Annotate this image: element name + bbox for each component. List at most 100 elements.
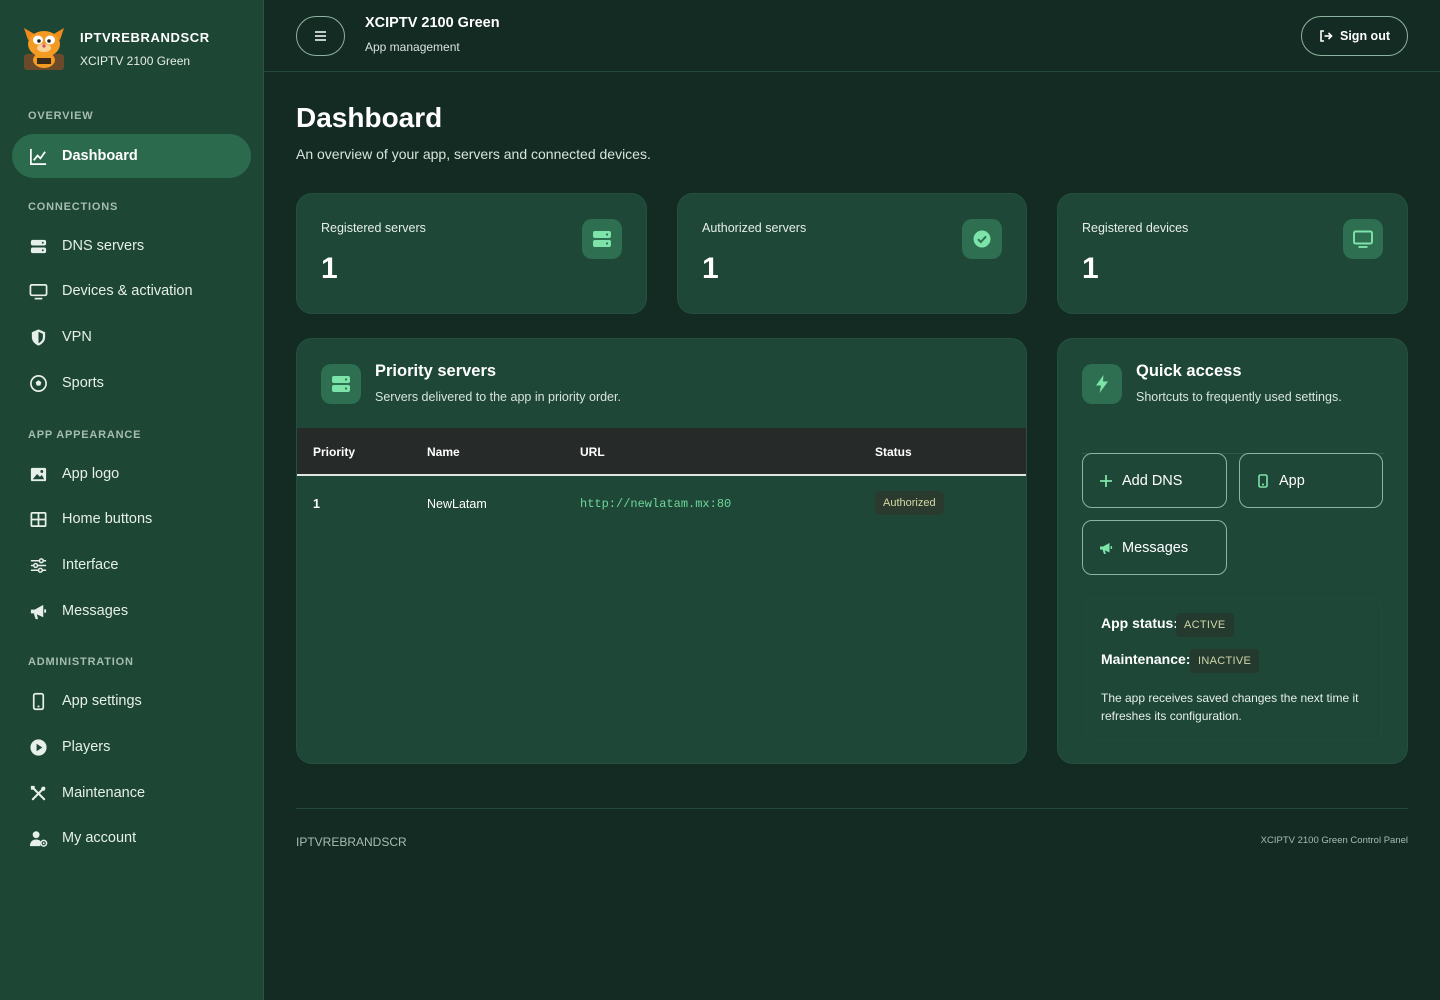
- shield-icon: [28, 327, 48, 347]
- panel-title: Quick access: [1136, 362, 1242, 380]
- sidebar-item-sports[interactable]: Sports: [12, 361, 251, 405]
- play-circle-icon: [28, 737, 48, 757]
- panel-title: Priority servers: [375, 362, 497, 380]
- add-dns-label: Add DNS: [1122, 472, 1183, 489]
- column-header-priority: Priority: [313, 445, 356, 459]
- megaphone-icon: [1100, 542, 1113, 554]
- sidebar-item-label: My account: [62, 830, 137, 846]
- status-note: The app receives saved changes the next …: [1101, 691, 1359, 723]
- grid-icon: [28, 509, 48, 529]
- sidebar-item-players[interactable]: Players: [12, 725, 251, 769]
- add-dns-button[interactable]: Add DNS: [1082, 453, 1227, 508]
- sidebar-item-label: DNS servers: [62, 238, 145, 254]
- panel-subtitle: Servers delivered to the app in priority…: [375, 390, 621, 404]
- server-icon: [321, 364, 361, 404]
- stat-label: Registered devices: [1082, 221, 1189, 235]
- image-icon: [28, 464, 48, 484]
- sidebar-item-maintenance[interactable]: Maintenance: [12, 771, 251, 815]
- priority-servers-table: Priority Name URL Status 1 NewLatam http…: [297, 428, 1026, 532]
- sign-out-button[interactable]: Sign out: [1301, 16, 1408, 56]
- stat-value: 1: [702, 252, 719, 285]
- sidebar-item-label: App logo: [62, 466, 120, 482]
- cell-priority: 1: [313, 497, 320, 511]
- brand-logo-icon: [24, 28, 64, 70]
- sign-out-icon: [1320, 30, 1333, 42]
- menu-toggle-button[interactable]: [296, 16, 345, 56]
- sidebar-item-label: Dashboard: [62, 148, 138, 164]
- chart-line-icon: [28, 146, 48, 166]
- server-icon: [582, 219, 622, 259]
- nav-section-connections: CONNECTIONS: [28, 201, 119, 213]
- monitor-icon: [28, 281, 48, 301]
- footer-brand: IPTVREBRANDSCR: [296, 835, 407, 849]
- tools-icon: [28, 783, 48, 803]
- priority-servers-panel: Priority servers Servers delivered to th…: [296, 338, 1027, 764]
- sidebar-item-my-account[interactable]: My account: [12, 816, 251, 860]
- stat-label: Authorized servers: [702, 221, 807, 235]
- topbar: XCIPTV 2100 Green App management Sign ou…: [264, 0, 1440, 72]
- nav-section-app-appearance: APP APPEARANCE: [28, 429, 142, 441]
- sidebar-item-devices-activation[interactable]: Devices & activation: [12, 269, 251, 313]
- sidebar-item-messages[interactable]: Messages: [12, 589, 251, 633]
- sidebar-item-label: Interface: [62, 557, 119, 573]
- messages-button[interactable]: Messages: [1082, 520, 1227, 575]
- cell-url: http://newlatam.mx:80: [580, 497, 732, 511]
- maintenance-label: Maintenance:: [1101, 651, 1191, 667]
- phone-icon: [1258, 473, 1268, 488]
- sidebar-item-dns-servers[interactable]: DNS servers: [12, 224, 251, 268]
- sidebar-item-label: Sports: [62, 375, 104, 391]
- table-header: Priority Name URL Status: [297, 428, 1026, 476]
- sidebar-item-label: App settings: [62, 693, 142, 709]
- footer-divider: [296, 808, 1408, 809]
- app-label: App: [1279, 472, 1305, 489]
- app-status-label: App status:: [1101, 615, 1178, 631]
- soccer-ball-icon: [28, 373, 48, 393]
- stat-card-authorized-servers: Authorized servers 1: [677, 193, 1027, 314]
- quick-access-panel: Quick access Shortcuts to frequently use…: [1057, 338, 1408, 764]
- messages-label: Messages: [1122, 539, 1189, 556]
- app-title: XCIPTV 2100 Green: [365, 15, 500, 31]
- sidebar-item-label: Devices & activation: [62, 283, 193, 299]
- server-icon: [28, 236, 48, 256]
- panel-subtitle: Shortcuts to frequently used settings.: [1136, 390, 1342, 404]
- hamburger-icon: [315, 31, 326, 41]
- sidebar-item-app-logo[interactable]: App logo: [12, 452, 251, 496]
- stat-value: 1: [1082, 252, 1099, 285]
- brand-name: IPTVREBRANDSCR: [80, 30, 210, 45]
- sidebar-item-home-buttons[interactable]: Home buttons: [12, 497, 251, 541]
- stat-card-registered-devices: Registered devices 1: [1057, 193, 1408, 314]
- megaphone-icon: [28, 601, 48, 621]
- column-header-status: Status: [875, 445, 912, 459]
- column-header-url: URL: [580, 445, 605, 459]
- app-status-box: App status: ACTIVE Maintenance: INACTIVE…: [1086, 598, 1382, 740]
- sign-out-label: Sign out: [1340, 29, 1390, 43]
- sidebar-item-app-settings[interactable]: App settings: [12, 679, 251, 723]
- check-circle-icon: [962, 219, 1002, 259]
- status-badge: Authorized: [875, 491, 944, 515]
- sidebar-item-label: Messages: [62, 603, 129, 619]
- sidebar-item-label: Maintenance: [62, 785, 146, 801]
- sliders-icon: [28, 555, 48, 575]
- sidebar-item-label: Players: [62, 739, 111, 755]
- page-title: Dashboard: [296, 102, 443, 133]
- sidebar-item-interface[interactable]: Interface: [12, 543, 251, 587]
- brand-subtitle: XCIPTV 2100 Green: [80, 54, 191, 68]
- app-status-badge: ACTIVE: [1176, 613, 1234, 637]
- cell-name: NewLatam: [427, 497, 487, 511]
- user-gear-icon: [28, 828, 48, 848]
- table-row[interactable]: 1 NewLatam http://newlatam.mx:80 Authori…: [297, 476, 1026, 532]
- stat-value: 1: [321, 252, 338, 285]
- phone-icon: [28, 691, 48, 711]
- stat-label: Registered servers: [321, 221, 426, 235]
- nav-section-administration: ADMINISTRATION: [28, 656, 134, 668]
- page-subtitle: An overview of your app, servers and con…: [296, 146, 651, 162]
- app-subtitle: App management: [365, 40, 460, 54]
- nav-section-overview: OVERVIEW: [28, 110, 94, 122]
- brand[interactable]: IPTVREBRANDSCR XCIPTV 2100 Green: [20, 24, 210, 70]
- sidebar-item-label: VPN: [62, 329, 92, 345]
- sidebar-item-dashboard[interactable]: Dashboard: [12, 134, 251, 178]
- sidebar-item-vpn[interactable]: VPN: [12, 315, 251, 359]
- maintenance-badge: INACTIVE: [1190, 649, 1260, 673]
- stat-card-registered-servers: Registered servers 1: [296, 193, 647, 314]
- app-button[interactable]: App: [1239, 453, 1383, 508]
